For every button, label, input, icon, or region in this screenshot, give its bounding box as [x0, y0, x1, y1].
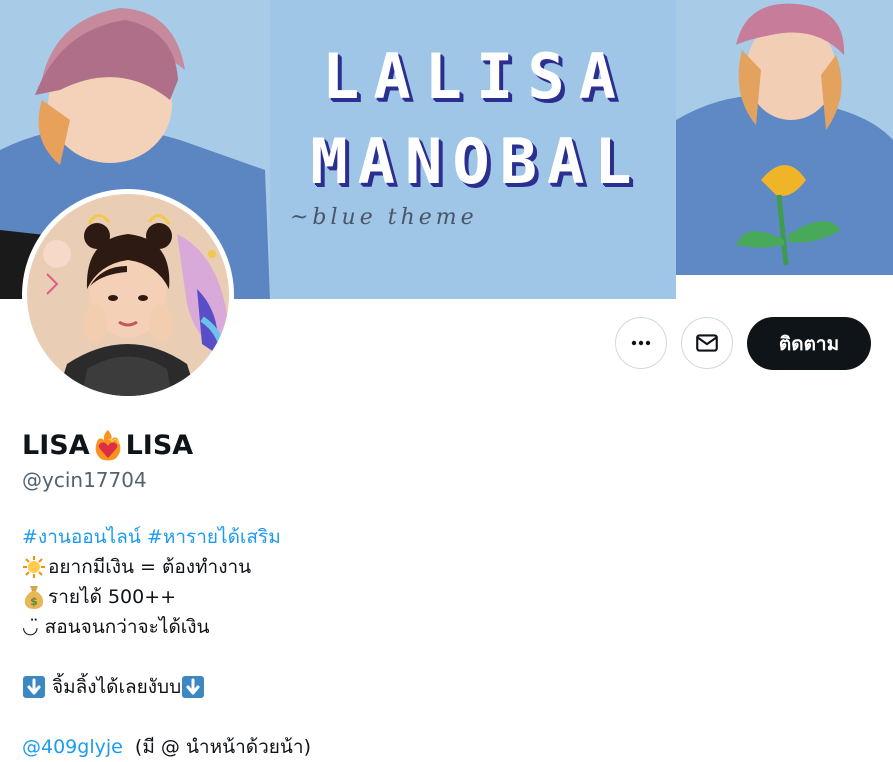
avatar-photo [27, 194, 229, 396]
heart-on-fire-icon [95, 430, 120, 461]
banner-title-line1: LALISA [322, 40, 630, 113]
bio-text: สอนจนกว่าจะได้เงิน [44, 616, 210, 638]
mention-note: (มี @ นำหน้าด้วยน้า) [134, 736, 311, 758]
profile-bio: #งานออนไลน์ #หารายได้เสริม อยากมีเงิน = … [22, 522, 872, 762]
bio-mention-line: @409glyje (มี @ นำหน้าด้วยน้า) [22, 732, 872, 762]
avatar[interactable] [22, 189, 234, 401]
envelope-icon [696, 334, 718, 352]
display-name: LISA LISA [22, 428, 193, 462]
hashtag-link[interactable]: #งานออนไลน์ [22, 522, 141, 552]
bio-line: $ รายได้ 500++ [22, 582, 872, 612]
bio-line: จิ้มลิ้งได้เลยงับบ [22, 672, 872, 702]
bio-text: อยากมีเงิน = ต้องทำงาน [48, 556, 252, 578]
svg-text:$: $ [30, 595, 38, 608]
banner-title-line2: MANOBAL [310, 125, 642, 198]
bio-text: รายได้ 500++ [48, 586, 177, 608]
bio-hashtags: #งานออนไลน์ #หารายได้เสริม [22, 522, 872, 552]
down-arrow-icon [23, 676, 45, 698]
follow-button[interactable]: ติดตาม [747, 317, 871, 370]
display-name-part2: LISA [125, 429, 194, 461]
hashtag-link[interactable]: #หารายได้เสริม [147, 522, 281, 552]
money-bag-icon: $ [24, 586, 44, 609]
display-name-part1: LISA [22, 429, 90, 461]
bio-line: อยากมีเงิน = ต้องทำงาน [22, 552, 872, 582]
smile-symbol: ◡̈ [22, 616, 39, 638]
bio-text: จิ้มลิ้งได้เลยงับบ [52, 676, 182, 698]
more-button[interactable] [615, 317, 667, 369]
more-horizontal-icon [631, 340, 651, 346]
mention-link[interactable]: @409glyje [22, 732, 123, 762]
sun-icon [23, 556, 45, 578]
user-handle: @ycin17704 [22, 468, 147, 492]
down-arrow-icon [182, 676, 205, 698]
bio-line: ◡̈ สอนจนกว่าจะได้เงิน [22, 612, 872, 642]
message-button[interactable] [681, 317, 733, 369]
banner-right-photo [676, 0, 893, 299]
banner-subtitle: ~blue theme [290, 205, 478, 230]
